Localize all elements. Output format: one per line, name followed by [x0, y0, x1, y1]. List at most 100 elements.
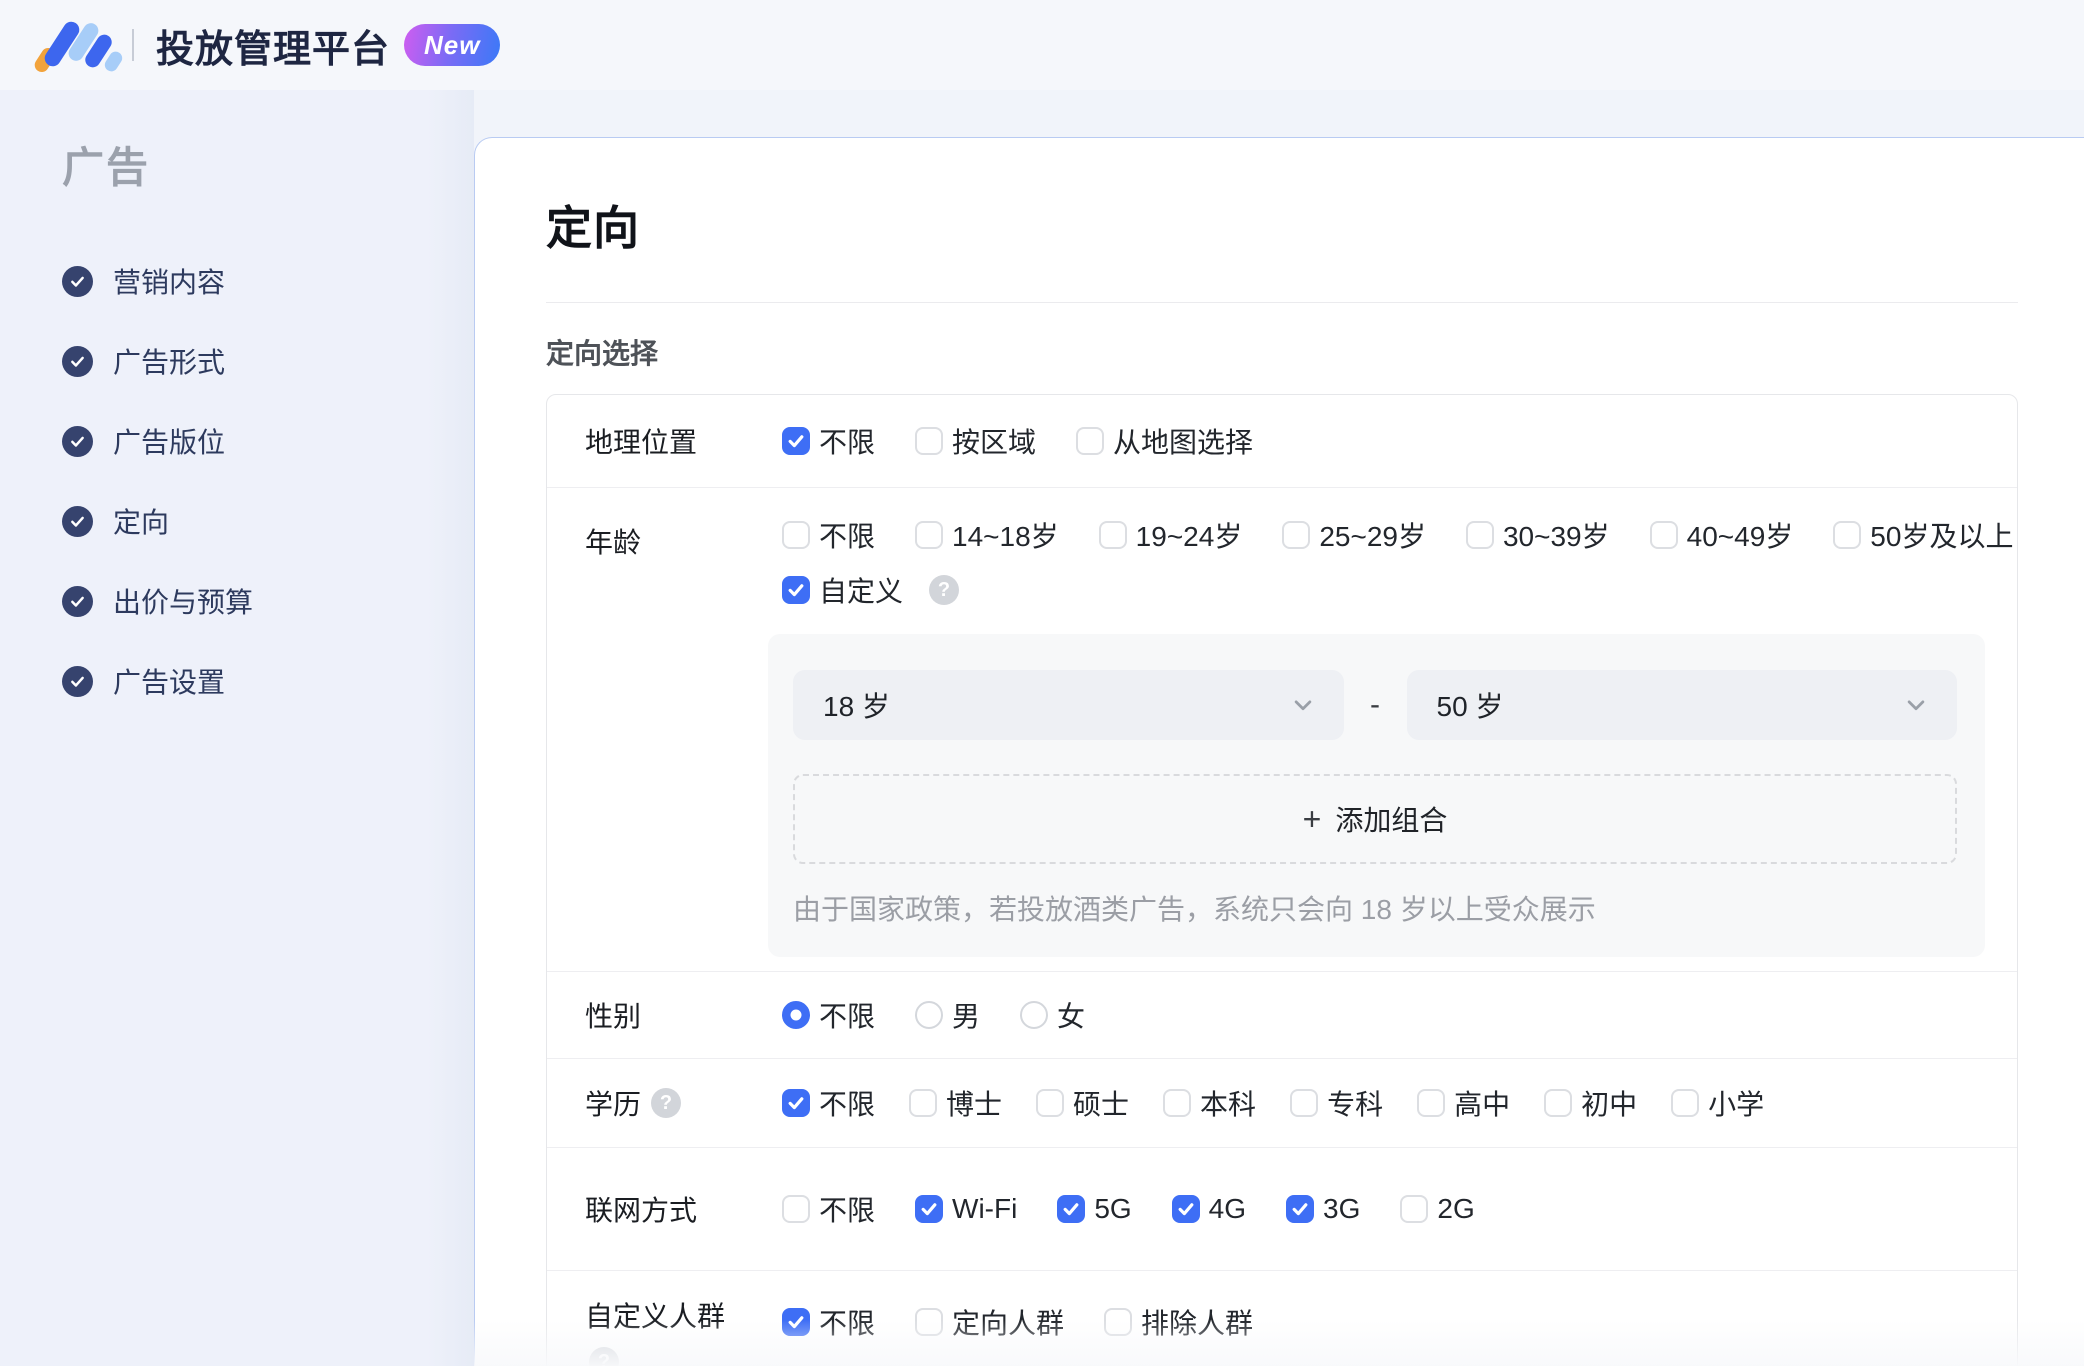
chevron-down-icon	[1294, 700, 1311, 711]
sidebar-item-ad-placement[interactable]: 广告版位	[62, 421, 474, 461]
check-icon	[788, 1097, 804, 1110]
age-to-select[interactable]: 50 岁	[1406, 670, 1957, 740]
checkbox-label: 40~49岁	[1686, 521, 1794, 552]
checkbox-option[interactable]: Wi-Fi	[915, 1193, 1017, 1225]
checkbox[interactable]	[1098, 521, 1127, 549]
checkbox-option[interactable]: 不限	[782, 515, 875, 555]
sidebar-item-ad-format[interactable]: 广告形式	[62, 341, 474, 381]
title-divider	[546, 302, 2018, 303]
checkbox-option[interactable]: 本科	[1163, 1083, 1256, 1123]
checkbox-option[interactable]: 博士	[909, 1083, 1002, 1123]
row-label: 自定义人群	[585, 1301, 726, 1332]
checkbox-option[interactable]: 定向人群	[915, 1302, 1064, 1342]
checkbox-label: 不限	[819, 521, 876, 552]
checkbox[interactable]	[1544, 1089, 1573, 1117]
checkbox[interactable]	[915, 1195, 944, 1223]
checkbox[interactable]	[915, 1308, 944, 1336]
age-from-select[interactable]: 18 岁	[793, 670, 1344, 740]
checkbox-option[interactable]: 2G	[1400, 1193, 1475, 1225]
checkbox-option[interactable]: 4G	[1171, 1193, 1246, 1225]
checkbox[interactable]	[782, 521, 810, 549]
radio-option[interactable]: 女	[1020, 995, 1085, 1035]
checkbox[interactable]	[1417, 1089, 1446, 1117]
checkbox-option[interactable]: 按区域	[915, 421, 1036, 461]
checkbox-option[interactable]: 30~39岁	[1465, 515, 1610, 555]
checkbox[interactable]	[1171, 1195, 1200, 1223]
sidebar-item-label: 定向	[113, 507, 170, 538]
checkbox-option[interactable]: 硕士	[1036, 1083, 1129, 1123]
checkbox[interactable]	[1076, 427, 1105, 455]
checkbox-option[interactable]: 50岁及以上	[1833, 515, 2013, 555]
checkbox-option[interactable]: 14~18岁	[915, 515, 1059, 555]
checkbox[interactable]	[782, 576, 810, 604]
checkbox[interactable]	[1163, 1089, 1192, 1117]
checkbox-option[interactable]: 不限	[782, 1083, 875, 1123]
checkbox-option[interactable]: 排除人群	[1104, 1302, 1253, 1342]
row-gender: 性别 不限 男 女	[547, 972, 2017, 1059]
checkbox-option[interactable]: 不限	[782, 1302, 875, 1342]
row-age: 年龄 不限 14~18岁 19~24岁 25~29岁 30~39岁 40~49岁…	[547, 488, 2017, 972]
sidebar-item-bid-budget[interactable]: 出价与预算	[62, 581, 474, 621]
checkbox-option[interactable]: 小学	[1671, 1083, 1764, 1123]
help-icon[interactable]: ?	[929, 575, 960, 605]
sidebar-item-targeting[interactable]: 定向	[62, 501, 474, 541]
sidebar-item-ad-settings[interactable]: 广告设置	[62, 661, 474, 701]
add-combination-button[interactable]: + 添加组合	[793, 774, 1957, 864]
checkbox[interactable]	[782, 1089, 810, 1117]
checkbox[interactable]	[1649, 521, 1678, 549]
checkbox-option[interactable]: 初中	[1544, 1083, 1637, 1123]
checkbox[interactable]	[1286, 1195, 1315, 1223]
checkbox[interactable]	[782, 1195, 810, 1223]
checkbox-label: 按区域	[952, 427, 1037, 458]
checkbox[interactable]	[1465, 521, 1494, 549]
checkbox-option[interactable]: 高中	[1417, 1083, 1510, 1123]
plus-icon: +	[1302, 801, 1322, 837]
row-label: 性别	[585, 1001, 642, 1032]
checkbox-label: 博士	[946, 1089, 1003, 1120]
checkbox-option[interactable]: 25~29岁	[1282, 515, 1426, 555]
checkbox[interactable]	[1057, 1195, 1086, 1223]
checkbox[interactable]	[1036, 1089, 1065, 1117]
checkbox-option[interactable]: 不限	[782, 1189, 875, 1229]
row-education: 学历 ? 不限 博士 硕士 本科 专科 高中 初中 小学	[547, 1059, 2017, 1148]
checkbox-label: 排除人群	[1141, 1308, 1254, 1339]
checkbox-option[interactable]: 19~24岁	[1098, 515, 1242, 555]
radio-option[interactable]: 不限	[782, 995, 875, 1035]
help-icon[interactable]: ?	[651, 1088, 682, 1118]
sidebar-item-label: 营销内容	[113, 267, 226, 298]
checkbox[interactable]	[782, 1308, 810, 1336]
checkbox-label: 本科	[1200, 1089, 1257, 1120]
checkbox-option[interactable]: 5G	[1057, 1193, 1132, 1225]
radio-button[interactable]	[915, 1001, 944, 1029]
checkbox[interactable]	[915, 521, 944, 549]
app-header: 投放管理平台 New	[0, 0, 2084, 90]
checkbox-option[interactable]: 40~49岁	[1649, 515, 1794, 555]
completed-check-icon	[62, 265, 93, 297]
checkbox-option[interactable]: 不限	[782, 421, 875, 461]
checkbox[interactable]	[1400, 1195, 1429, 1223]
checkbox[interactable]	[909, 1089, 938, 1117]
sidebar-item-label: 广告设置	[113, 667, 226, 698]
checkbox-option[interactable]: 专科	[1290, 1083, 1383, 1123]
custom-age-panel: 18 岁 - 50 岁 + 添加组合 由于国家政策，若投放酒类广告，系统只会向 …	[768, 634, 1985, 957]
checkbox[interactable]	[1290, 1089, 1319, 1117]
check-icon	[788, 584, 804, 597]
radio-option[interactable]: 男	[915, 995, 980, 1035]
checkbox-option[interactable]: 3G	[1286, 1193, 1360, 1225]
checkbox[interactable]	[1104, 1308, 1133, 1336]
checkbox[interactable]	[1671, 1089, 1700, 1117]
row-label: 年龄	[585, 527, 642, 558]
help-icon[interactable]: ?	[589, 1347, 619, 1366]
checkbox-label: 25~29岁	[1319, 521, 1426, 552]
radio-button[interactable]	[1020, 1001, 1049, 1029]
checkbox-option-custom-age[interactable]: 自定义	[782, 570, 903, 610]
checkbox[interactable]	[1833, 521, 1862, 549]
checkbox[interactable]	[915, 427, 944, 455]
sidebar-item-marketing-content[interactable]: 营销内容	[62, 261, 474, 301]
radio-label: 不限	[819, 1001, 876, 1032]
checkbox-option[interactable]: 从地图选择	[1076, 421, 1253, 461]
radio-button[interactable]	[782, 1001, 810, 1029]
checkbox[interactable]	[1282, 521, 1311, 549]
range-separator: -	[1370, 688, 1380, 721]
checkbox[interactable]	[782, 427, 810, 455]
